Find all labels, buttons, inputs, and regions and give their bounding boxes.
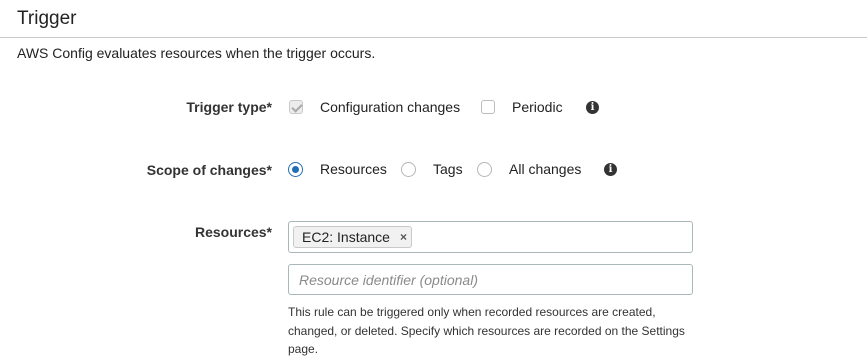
trigger-section: Trigger AWS Config evaluates resources w… (0, 0, 867, 364)
resource-identifier-input[interactable] (288, 264, 693, 295)
section-description: AWS Config evaluates resources when the … (17, 45, 376, 61)
resources-radio-label: Resources (320, 161, 387, 177)
periodic-checkbox[interactable] (481, 100, 495, 114)
configuration-changes-label: Configuration changes (320, 99, 461, 115)
resources-help-text: This rule can be triggered only when rec… (288, 305, 685, 356)
configuration-changes-checkbox[interactable] (289, 100, 303, 114)
resource-type-selector[interactable]: EC2: Instance × (288, 221, 693, 253)
resources-label: Resources* (194, 224, 272, 240)
resources-radio[interactable] (288, 161, 303, 177)
all-changes-radio-label: All changes (509, 161, 582, 177)
resource-token: EC2: Instance × (293, 226, 412, 248)
info-icon[interactable]: i (604, 163, 617, 176)
remove-token-icon[interactable]: × (400, 230, 407, 244)
section-divider (0, 37, 867, 38)
scope-resources-option[interactable]: Resources (288, 159, 387, 179)
scope-of-changes-label: Scope of changes* (146, 162, 272, 178)
all-changes-radio[interactable] (477, 161, 492, 177)
trigger-type-label: Trigger type* (186, 99, 272, 115)
scope-tags-option[interactable]: Tags (401, 159, 463, 179)
trigger-configuration-changes-option[interactable]: Configuration changes (289, 97, 460, 117)
resource-token-label: EC2: Instance (302, 229, 390, 245)
tags-radio-label: Tags (433, 161, 463, 177)
scope-all-changes-option[interactable]: All changes (477, 159, 581, 179)
trigger-periodic-option[interactable]: Periodic (481, 97, 563, 117)
info-icon[interactable]: i (586, 101, 599, 114)
section-title: Trigger (17, 8, 77, 29)
tags-radio[interactable] (401, 161, 416, 177)
periodic-label: Periodic (512, 99, 563, 115)
